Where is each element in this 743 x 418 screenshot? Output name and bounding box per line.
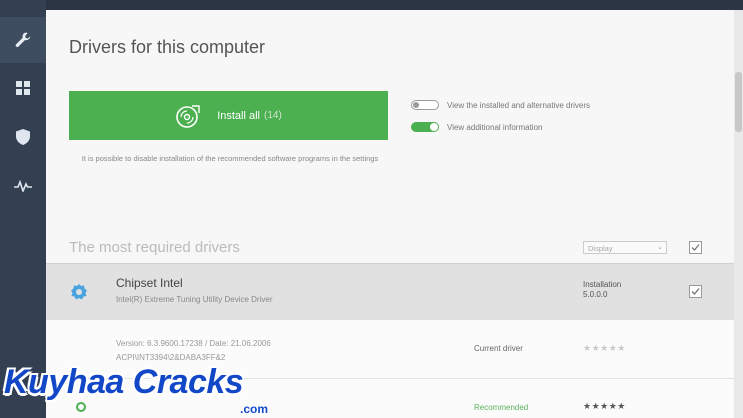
toggle-knob [430, 123, 438, 131]
toggle-row-additional-info: View additional information [411, 122, 542, 132]
display-filter-select[interactable]: Display ⌄ [583, 241, 667, 254]
driver-version-info: Version: 6.3.9600.17238 / Date: 21.06.20… [116, 337, 271, 365]
display-filter-value: Display [588, 244, 613, 253]
wrench-icon [15, 32, 31, 47]
driver-name: Chipset Intel [116, 276, 183, 290]
driver-status-version: 5.0.0.0 [583, 290, 608, 299]
driver-status-label: Installation [583, 280, 622, 289]
current-driver-rating: ★★★★★ [583, 343, 626, 353]
driver-version: Version: 6.3.9600.17238 / Date: 21.06.20… [116, 339, 271, 348]
pulse-icon [14, 180, 32, 192]
sidebar-item-protection[interactable] [0, 114, 46, 160]
driver-description: Intel(R) Extreme Tuning Utility Device D… [116, 295, 273, 304]
installed-alternative-toggle[interactable] [411, 100, 439, 110]
chipset-icon [71, 284, 87, 300]
driver-row-chipset[interactable]: Chipset Intel Intel(R) Extreme Tuning Ut… [46, 263, 734, 321]
additional-info-toggle[interactable] [411, 122, 439, 132]
window-top-bar [0, 0, 743, 10]
recommended-label: Recommended [474, 403, 529, 412]
additional-info-label: View additional information [447, 122, 543, 132]
recommended-rating: ★★★★★ [583, 401, 626, 411]
chevron-down-icon: ⌄ [657, 244, 663, 251]
sidebar-item-drivers[interactable] [0, 17, 46, 63]
section-title: The most required drivers [69, 239, 240, 256]
sidebar-item-dashboard[interactable] [0, 65, 46, 111]
install-all-label: Install all [217, 109, 260, 122]
disc-install-icon [176, 104, 200, 128]
install-note: It is possible to disable installation o… [81, 154, 379, 163]
grid-icon [16, 81, 30, 95]
driver-status: Installation 5.0.0.0 [583, 280, 621, 300]
partial-icon [16, 0, 30, 2]
alternative-driver-radio[interactable] [76, 402, 86, 412]
sidebar [0, 0, 46, 418]
page-title: Drivers for this computer [69, 37, 266, 57]
main-content: Drivers for this computer Install all (1… [46, 10, 734, 418]
installed-alternative-label: View the installed and alternative drive… [447, 100, 591, 110]
watermark-brand: Kuyhaa Cracks [4, 363, 244, 401]
sidebar-item-diagnostics[interactable] [0, 163, 46, 209]
watermark-suffix: .com [240, 402, 269, 416]
scrollbar[interactable] [734, 10, 743, 418]
install-all-count: (14) [264, 110, 282, 121]
sidebar-item-top[interactable] [0, 0, 46, 8]
shield-icon [16, 129, 30, 145]
toggle-knob [413, 102, 419, 108]
current-driver-label: Current driver [474, 344, 523, 353]
select-all-checkbox[interactable] [689, 241, 702, 254]
check-icon [691, 244, 700, 251]
toggle-row-installed-alternative: View the installed and alternative drive… [411, 100, 590, 110]
scrollbar-thumb[interactable] [735, 72, 742, 132]
check-icon [691, 288, 700, 295]
install-all-button[interactable]: Install all (14) [69, 91, 388, 140]
driver-select-checkbox[interactable] [689, 285, 702, 298]
